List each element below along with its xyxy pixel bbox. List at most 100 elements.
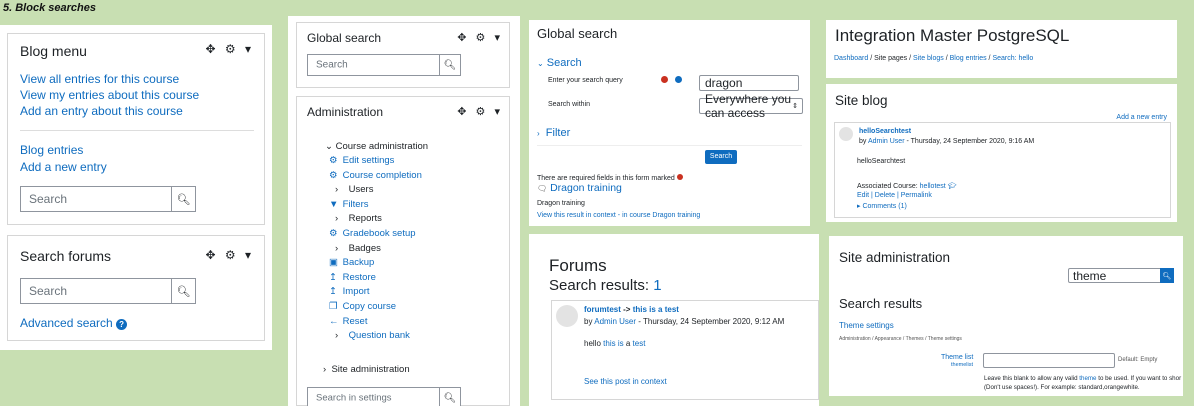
admin-item-label[interactable]: Users [349,184,374,195]
divider [537,145,802,146]
admin-item-label[interactable]: Filters [343,199,369,210]
block-controls[interactable]: ✥ ⚙ ▾ [457,105,503,118]
search-submit-button[interactable]: Search [705,150,737,164]
avatar [556,305,578,327]
blog-link-add-course[interactable]: Add an entry about this course [20,104,183,118]
course-icon: 🎓︎ [947,183,957,190]
admin-item-label[interactable]: Course completion [343,170,422,181]
help-icon[interactable]: ? [116,319,128,330]
chevron-right-icon: ▸ [857,203,861,210]
admin-item[interactable]: › Reports [335,213,382,224]
admin-item[interactable]: ⚙ Gradebook setup [329,228,416,239]
blog-link-view-all[interactable]: View all entries for this course [20,72,179,86]
site-blog-page: Integration Master PostgreSQL Dashboard … [826,20,1177,222]
chevron-right-icon: › [537,129,540,138]
page-title: Global search [537,26,618,41]
results-summary: Search results: 1 [549,277,662,294]
chevron-right-icon: › [323,364,327,375]
breadcrumb-site-blogs[interactable]: Site blogs [913,55,944,62]
block-controls[interactable]: ✥ ⚙ ▾ [205,248,254,262]
chevron-right-icon: › [335,330,339,342]
admin-item[interactable]: ⚙ Edit settings [329,155,394,166]
settings-search-input[interactable]: Search in settings 🔍︎ [307,387,461,406]
search-icon: 🔍︎ [1162,272,1172,280]
query-input[interactable]: dragon [699,75,799,91]
admin-item-label[interactable]: Reset [343,316,368,327]
admin-item[interactable]: ↥ Import [329,286,370,297]
chevron-down-icon: ⌄ [537,59,544,68]
admin-item[interactable]: ▣ Backup [329,257,374,268]
result-title-link[interactable]: 🗨︎ Dragon training [537,182,622,194]
admin-item-label[interactable]: Question bank [349,330,410,341]
within-label: Search within [548,101,591,108]
blog-link-add-entry[interactable]: Add a new entry [20,160,107,174]
breadcrumb-search[interactable]: Search: hello [992,55,1033,62]
within-select[interactable]: Everywhere you can access ⇕ [699,92,803,120]
search-button[interactable]: 🔍︎ [1160,268,1174,283]
advanced-search-link[interactable]: Advanced search ? [20,316,128,330]
result-context-links[interactable]: View this result in context - in course … [537,212,700,219]
entry-actions[interactable]: Edit | Delete | Permalink [857,192,932,199]
breadcrumb-dashboard[interactable]: Dashboard [834,55,868,62]
search-icon: 🔍︎ [443,392,457,404]
admin-item-label[interactable]: Badges [349,243,381,254]
setting-description: Leave this blank to allow any valid them… [984,375,1182,382]
search-button[interactable]: 🔍︎ [171,187,195,211]
search-button[interactable]: 🔍︎ [439,55,460,75]
search-forums-block: Search forums ✥ ⚙ ▾ Search 🔍︎ Advanced s… [7,235,265,341]
blog-search-input[interactable]: Search 🔍︎ [20,186,196,212]
breadcrumb-blog-entries[interactable]: Blog entries [950,55,987,62]
site-admin-search-page: Site administration theme 🔍︎ Search resu… [829,236,1183,396]
add-new-entry-link[interactable]: Add a new entry [1116,114,1167,121]
post-context-link[interactable]: See this post in context [584,377,667,386]
admin-search-input[interactable]: theme 🔍︎ [1068,268,1174,283]
block-controls[interactable]: ✥ ⚙ ▾ [205,42,254,56]
blog-menu-title: Blog menu [20,43,87,59]
theme-list-input[interactable] [983,353,1115,368]
admin-item[interactable]: ❐ Copy course [329,301,396,312]
admin-item-label[interactable]: Reports [349,213,382,224]
block-controls[interactable]: ✥ ⚙ ▾ [457,31,503,44]
blog-heading: Site blog [835,93,888,108]
admin-item[interactable]: ↥ Restore [329,272,376,283]
admin-item-label[interactable]: Restore [343,272,376,283]
setting-description-2: (Don't use spaces!). For example: standa… [984,384,1140,391]
search-section-toggle[interactable]: ⌄ Search [537,57,582,69]
admin-item-label[interactable]: Import [343,286,370,297]
required-note: There are required fields in this form m… [537,174,683,182]
blog-link-entries[interactable]: Blog entries [20,143,83,157]
select-arrows-icon: ⇕ [792,103,798,110]
post-subject-line[interactable]: forumtest -> this is a test [584,305,679,314]
section-heading: 5. Block searches [3,2,96,14]
entry-title[interactable]: helloSearchtest [859,128,911,135]
setting-label: Theme list [941,354,974,361]
course-administration-node[interactable]: ⌄ Course administration [325,141,428,152]
admin-item-label[interactable]: Copy course [343,301,396,312]
admin-item-label[interactable]: Gradebook setup [343,228,416,239]
admin-item[interactable]: ▼ Filters [329,199,369,210]
admin-item-label[interactable]: Backup [343,257,375,268]
admin-item[interactable]: › Users [335,184,373,195]
admin-item[interactable]: › Badges [335,243,381,254]
search-button[interactable]: 🔍︎ [171,279,195,303]
admin-item[interactable]: ⚙ Course completion [329,170,422,181]
site-administration-node[interactable]: › Site administration [323,364,410,375]
admin-item-label[interactable]: Edit settings [343,155,395,166]
admin-item-icon: ← [329,315,339,327]
admin-item[interactable]: ← Reset [329,316,367,327]
blog-link-view-mine[interactable]: View my entries about this course [20,88,199,102]
global-search-input[interactable]: Search 🔍︎ [307,54,461,76]
associated-course: Associated Course: hellotest 🎓︎ [857,183,957,190]
theme-settings-link[interactable]: Theme settings [839,321,894,330]
help-icon[interactable] [675,76,682,83]
page-title: Site administration [839,250,951,265]
filter-section-toggle[interactable]: › Filter [537,127,570,139]
forum-search-input[interactable]: Search 🔍︎ [20,278,196,304]
search-button[interactable]: 🔍︎ [439,388,460,406]
required-icon [676,174,683,180]
divider [826,78,1177,84]
forum-icon: 🗨︎ [537,184,548,193]
comments-toggle[interactable]: ▸ Comments (1) [857,202,907,210]
search-icon: 🔍︎ [176,193,191,206]
admin-item[interactable]: › Question bank [335,330,410,341]
